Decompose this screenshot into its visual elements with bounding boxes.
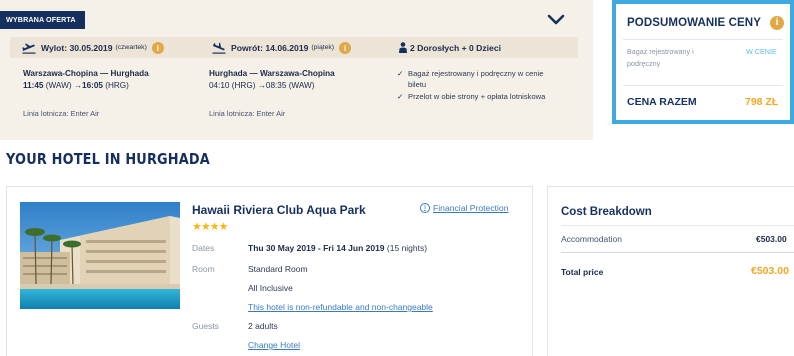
change-hotel-link[interactable]: Change Hotel	[248, 340, 300, 350]
divider	[623, 39, 783, 40]
return-day: (piątek)	[311, 44, 335, 51]
cost-breakdown-title: Cost Breakdown	[561, 206, 652, 218]
included-list: ✓ Bagaż rejestrowany i podręczny w cenie…	[397, 68, 558, 103]
hotel-card: Hawaii Riviera Club Aqua Park i Financia…	[6, 186, 533, 356]
board-value: All Inclusive	[248, 283, 293, 293]
info-icon: i	[420, 203, 430, 213]
outbound-route: Warszawa-Chopina — Hurghada	[23, 69, 149, 78]
outbound-times: 11:45 (WAW) →16:05 (HRG)	[23, 81, 129, 90]
guests-value: 2 adults	[248, 321, 278, 331]
star-rating: ★★★★	[192, 221, 228, 233]
total-price-value: €503.00	[751, 265, 789, 277]
hotel-photo[interactable]	[20, 202, 180, 309]
dates-value: Thu 30 May 2019 - Fri 14 Jun 2019 (15 ni…	[248, 243, 428, 253]
section-title: YOUR HOTEL IN HURGHADA	[6, 150, 210, 168]
divider	[561, 252, 794, 253]
outbound-airline: Linia lotnicza: Enter Air	[23, 109, 100, 118]
price-summary-title: PODSUMOWANIE CENY	[627, 17, 761, 29]
refund-policy-link[interactable]: This hotel is non-refundable and non-cha…	[248, 302, 433, 312]
flight-summary-strip: Wylot: 30.05.2019 (czwartek) i Powrót: 1…	[10, 37, 578, 58]
list-item: ✓ Bagaż rejestrowany i podręczny w cenie…	[397, 68, 558, 90]
guests-label: Guests	[192, 321, 219, 331]
info-icon[interactable]: i	[151, 41, 164, 54]
room-label: Room	[192, 264, 215, 274]
room-value: Standard Room	[248, 264, 308, 274]
cost-breakdown-card: Cost Breakdown Accommodation €503.00 Tot…	[547, 186, 794, 356]
outbound-day: (czwartek)	[115, 44, 147, 51]
selected-offer-panel: WYBRANA OFERTA Wylot: 30.05.2019 (czwart…	[0, 0, 593, 140]
outbound-date-label: Wylot: 30.05.2019	[41, 42, 113, 53]
return-date: Powrót: 14.06.2019 (piątek) i	[212, 37, 352, 58]
dates-label: Dates	[192, 243, 215, 253]
accommodation-value: €503.00	[756, 234, 787, 244]
included-item: Bagaż rejestrowany i podręczny w cenie b…	[408, 69, 544, 89]
plane-departure-icon	[22, 43, 36, 54]
return-date-label: Powrót: 14.06.2019	[231, 42, 309, 53]
included-item: Przelot w obie strony + opłata lotniskow…	[408, 92, 546, 101]
accommodation-label: Accommodation	[561, 234, 622, 244]
total-price: 798 ZŁ	[745, 96, 779, 108]
return-flight-details: Hurghada — Warszawa-Chopina 04:10 (HRG) …	[209, 68, 335, 118]
return-airline: Linia lotnicza: Enter Air	[209, 109, 286, 118]
total-price-label: Total price	[561, 267, 604, 277]
check-icon: ✓	[397, 92, 404, 101]
baggage-label: Bagaż rejestrowany i podręczny	[627, 47, 694, 68]
outbound-flight-details: Warszawa-Chopina — Hurghada 11:45 (WAW) …	[23, 68, 149, 118]
info-icon[interactable]: i	[770, 16, 784, 30]
chevron-down-icon[interactable]	[545, 11, 567, 29]
divider	[623, 85, 783, 86]
selected-offer-badge: WYBRANA OFERTA	[0, 11, 85, 29]
person-icon	[399, 42, 407, 53]
list-item: ✓ Przelot w obie strony + opłata lotnisk…	[397, 91, 558, 102]
plane-arrival-icon	[212, 42, 226, 54]
hotel-name[interactable]: Hawaii Riviera Club Aqua Park	[192, 203, 366, 217]
baggage-value: W CENIE	[746, 47, 777, 56]
outbound-date: Wylot: 30.05.2019 (czwartek) i	[22, 37, 164, 58]
return-times: 04:10 (HRG) →08:35 (WAW)	[209, 81, 315, 90]
return-route: Hurghada — Warszawa-Chopina	[209, 69, 335, 78]
passengers-summary: 2 Dorosłych + 0 Dzieci	[397, 37, 501, 58]
check-icon: ✓	[397, 69, 404, 78]
price-summary-panel: PODSUMOWANIE CENY i Bagaż rejestrowany i…	[612, 0, 794, 124]
total-label: CENA RAZEM	[627, 96, 697, 108]
divider	[561, 225, 794, 226]
financial-protection-link[interactable]: i Financial Protection	[420, 203, 508, 213]
passengers-label: 2 Dorosłych + 0 Dzieci	[410, 42, 501, 53]
info-icon[interactable]: i	[339, 41, 352, 54]
